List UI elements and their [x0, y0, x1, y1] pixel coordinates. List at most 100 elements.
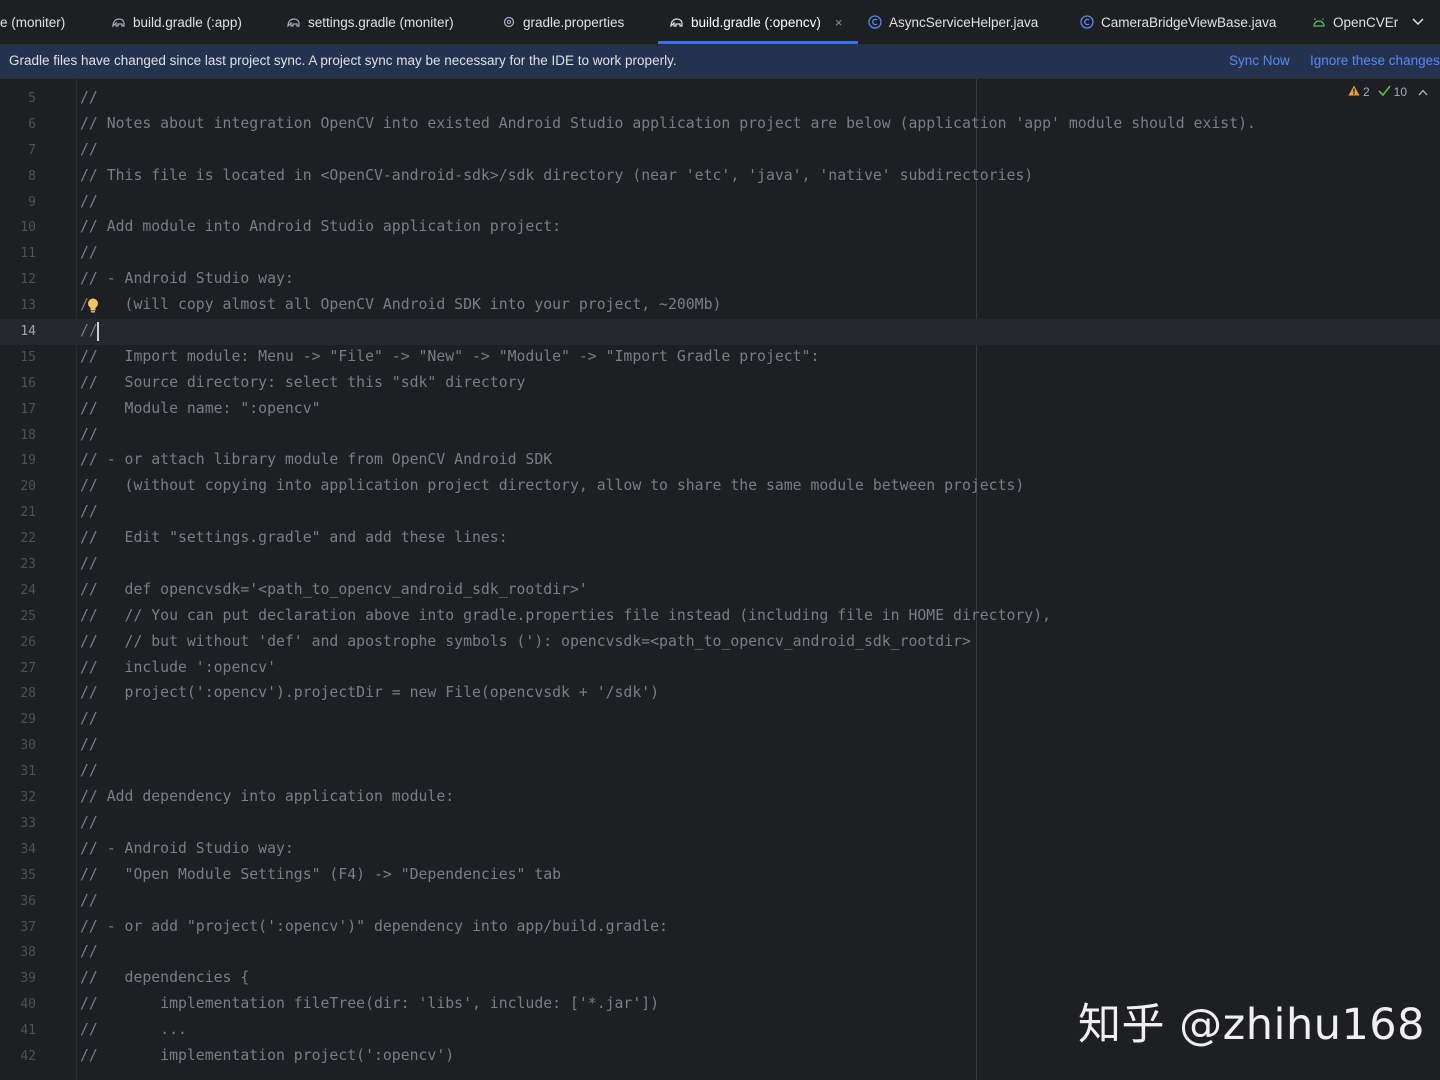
line-number: 6 [28, 116, 36, 132]
code-line[interactable]: 20 // (without copying into application p… [0, 474, 1440, 500]
code-line[interactable]: 13 / (will copy almost all OpenCV Android… [0, 293, 1440, 319]
code-line[interactable]: 11 // [0, 241, 1440, 267]
code-text: // Add dependency into application modul… [80, 788, 455, 806]
android-icon [1312, 15, 1326, 29]
line-number: 41 [20, 1023, 36, 1039]
code-line[interactable]: 27 // include ':opencv' [0, 656, 1440, 682]
tab-gradle-properties[interactable]: gradle.properties [502, 0, 624, 44]
text-caret [97, 322, 99, 342]
line-number: 30 [20, 738, 36, 754]
code-line[interactable]: 22 // Edit "settings.gradle" and add thes… [0, 526, 1440, 552]
watermark: 知乎 @zhihu168 [1078, 1000, 1426, 1050]
code-lines: 5 // 6 // Notes about integration OpenCV in… [0, 86, 1440, 1070]
line-number: 32 [20, 790, 36, 806]
chevron-down-icon[interactable] [1410, 12, 1426, 32]
code-text: // implementation fileTree(dir: 'libs', … [80, 995, 660, 1013]
tab-label: gradle.properties [523, 14, 625, 30]
chevron-up-icon[interactable] [1418, 85, 1428, 99]
code-text: // - Android Studio way: [80, 270, 294, 288]
gear-icon [502, 15, 516, 29]
line-number: 11 [20, 246, 36, 262]
code-line[interactable]: 29 // [0, 707, 1440, 733]
code-line[interactable]: 34 // - Android Studio way: [0, 837, 1440, 863]
tab-opencv-engine[interactable]: OpenCVEr [1312, 0, 1398, 44]
inspection-widget[interactable]: 2 10 [1348, 85, 1428, 99]
warning-icon [1348, 85, 1360, 99]
code-text: // include ':opencv' [80, 658, 276, 676]
close-icon[interactable]: × [835, 15, 843, 30]
lightbulb-icon[interactable] [86, 297, 100, 315]
code-line[interactable]: 28 // project(':opencv').projectDir = new… [0, 681, 1440, 707]
warning-count: 2 [1362, 85, 1370, 99]
code-line[interactable]: 32 // Add dependency into application mod… [0, 785, 1440, 811]
code-line[interactable]: 10 // Add module into Android Studio appl… [0, 215, 1440, 241]
code-line[interactable]: 23 // [0, 552, 1440, 578]
code-text: // Source directory: select this "sdk" d… [80, 373, 526, 391]
code-line[interactable]: 37 // - or add "project(':opencv')" depen… [0, 915, 1440, 941]
line-number: 42 [20, 1048, 36, 1064]
line-number: 15 [20, 349, 36, 365]
tab-label: settings.gradle (moniter) [308, 14, 454, 30]
tab-async-service-helper[interactable]: AsyncServiceHelper.java [868, 0, 1038, 44]
code-text: // [80, 192, 98, 210]
code-line[interactable]: 7 // [0, 138, 1440, 164]
line-number: 22 [20, 531, 36, 547]
code-line[interactable]: 26 // // but without 'def' and apostrophe… [0, 630, 1440, 656]
code-line[interactable]: 9 // [0, 190, 1440, 216]
code-line[interactable]: 31 // [0, 759, 1440, 785]
ok-count: 10 [1393, 85, 1407, 99]
code-line[interactable]: 30 // [0, 733, 1440, 759]
tab-camera-bridge-view-base[interactable]: CameraBridgeViewBase.java [1080, 0, 1276, 44]
code-line[interactable]: 39 // dependencies { [0, 966, 1440, 992]
code-line[interactable]: 38 // [0, 940, 1440, 966]
code-editor[interactable]: 5 // 6 // Notes about integration OpenCV in… [0, 79, 1440, 1080]
code-text: // Import module: Menu -> "File" -> "New… [80, 347, 820, 365]
code-line[interactable]: 36 // [0, 889, 1440, 915]
tab-settings-gradle[interactable]: settings.gradle (moniter) [287, 0, 454, 44]
code-line[interactable]: 18 // [0, 423, 1440, 449]
code-line[interactable]: 35 // "Open Module Settings" (F4) -> "Dep… [0, 863, 1440, 889]
check-icon [1378, 85, 1391, 99]
sync-now-link[interactable]: Sync Now [1229, 53, 1290, 68]
code-text: // def opencvsdk='<path_to_opencv_androi… [80, 580, 588, 598]
code-line[interactable]: 14 // [0, 319, 1440, 345]
line-number: 39 [20, 971, 36, 987]
code-text: // (without copying into application pro… [80, 477, 1025, 495]
code-text: // project(':opencv').projectDir = new F… [80, 684, 660, 702]
code-line[interactable]: 21 // [0, 500, 1440, 526]
code-text: // This file is located in <OpenCV-andro… [80, 166, 1034, 184]
line-number: 17 [20, 401, 36, 417]
code-line[interactable]: 16 // Source directory: select this "sdk"… [0, 371, 1440, 397]
code-line[interactable]: 12 // - Android Studio way: [0, 267, 1440, 293]
line-number: 24 [20, 582, 36, 598]
code-text: // [80, 762, 98, 780]
tab-build-gradle-app[interactable]: build.gradle (:app) [112, 0, 242, 44]
code-text: // [80, 140, 98, 158]
code-line[interactable]: 5 // [0, 86, 1440, 112]
code-line[interactable]: 6 // Notes about integration OpenCV into … [0, 112, 1440, 138]
tab-build-gradle-moniter[interactable]: e (moniter) [0, 0, 65, 44]
code-line[interactable]: 19 // - or attach library module from Ope… [0, 448, 1440, 474]
code-text: // [80, 943, 98, 961]
editor-tab-bar: e (moniter) build.gradle (:app) settings… [0, 0, 1440, 45]
code-line[interactable]: 8 // This file is located in <OpenCV-andr… [0, 164, 1440, 190]
tab-label: AsyncServiceHelper.java [889, 14, 1039, 30]
code-text: // "Open Module Settings" (F4) -> "Depen… [80, 865, 562, 883]
code-line[interactable]: 25 // // You can put declaration above in… [0, 604, 1440, 630]
code-line[interactable]: 33 // [0, 811, 1440, 837]
java-class-icon [1080, 15, 1094, 29]
line-number: 37 [20, 919, 36, 935]
tab-build-gradle-opencv[interactable]: build.gradle (:opencv) × [657, 0, 859, 44]
code-line[interactable]: 15 // Import module: Menu -> "File" -> "N… [0, 345, 1440, 371]
code-line[interactable]: 17 // Module name: ":opencv" [0, 397, 1440, 423]
line-number: 27 [20, 660, 36, 676]
code-line[interactable]: 24 // def opencvsdk='<path_to_opencv_andr… [0, 578, 1440, 604]
ignore-changes-link[interactable]: Ignore these changes [1310, 53, 1440, 68]
line-number: 38 [20, 945, 36, 961]
code-text: // [80, 555, 98, 573]
line-number: 33 [20, 815, 36, 831]
line-number: 7 [28, 142, 36, 158]
code-text: // - or attach library module from OpenC… [80, 451, 553, 469]
code-text: // [80, 891, 98, 909]
tab-label: e (moniter) [0, 14, 66, 30]
